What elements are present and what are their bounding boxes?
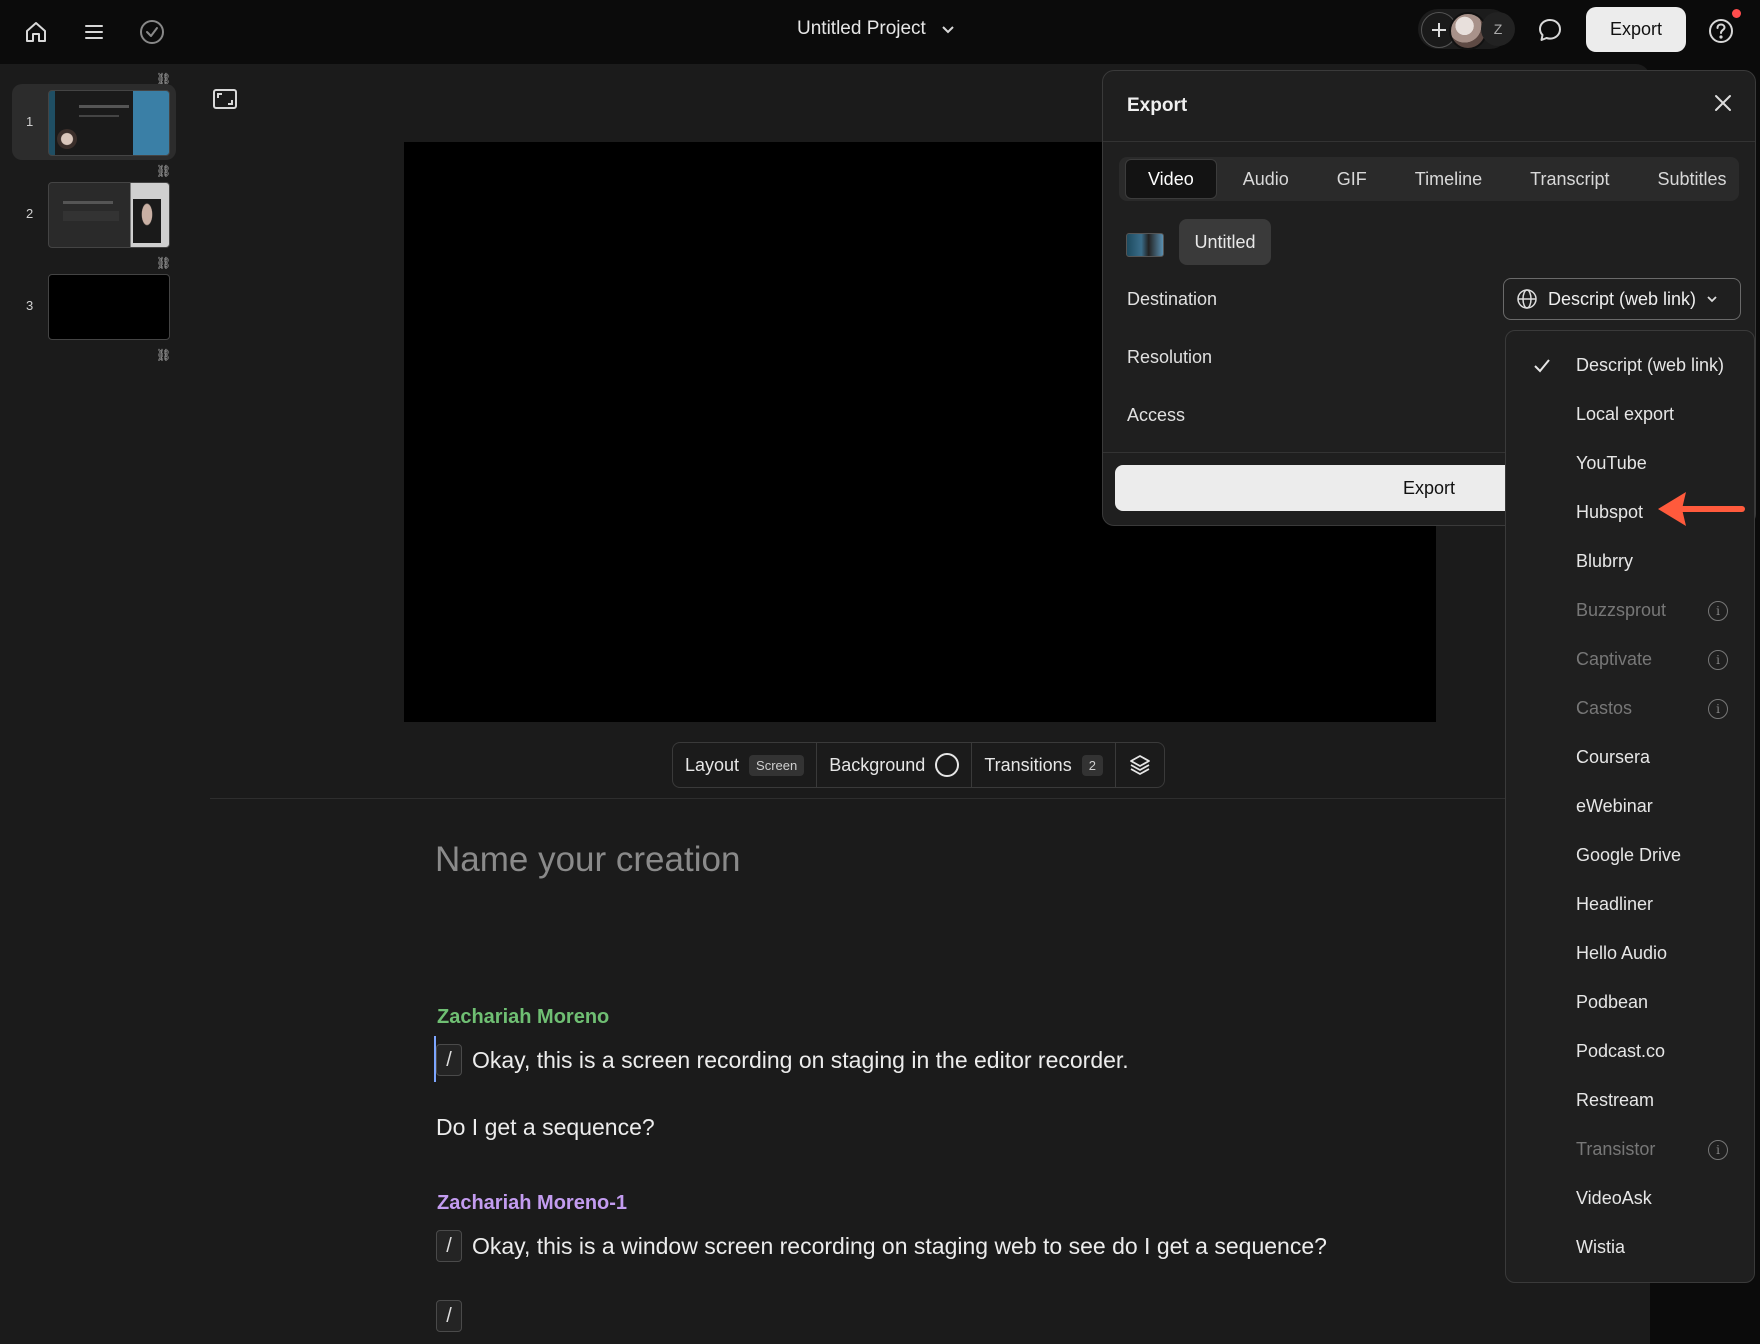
slide-preview (48, 274, 170, 340)
tab-subtitles[interactable]: Subtitles (1635, 160, 1748, 198)
layout-button[interactable]: Layout Screen (673, 743, 818, 787)
destination-select[interactable]: Descript (web link) (1503, 278, 1741, 320)
project-title: Untitled Project (797, 18, 926, 39)
export-type-tabs: Video Audio GIF Timeline Transcript Subt… (1119, 157, 1739, 201)
plus-icon (1432, 23, 1446, 37)
project-title-dropdown[interactable]: Untitled Project (797, 18, 956, 40)
divider (210, 798, 1650, 799)
transitions-count: 2 (1081, 754, 1103, 776)
slide-number: 2 (26, 206, 34, 221)
menu-item-castos[interactable]: Castos i (1506, 684, 1754, 733)
check-circle-icon[interactable] (136, 16, 168, 48)
layout-label: Layout (685, 754, 740, 775)
scene-marker[interactable]: / (436, 1044, 462, 1076)
speaker-label[interactable]: Zachariah Moreno (437, 1006, 609, 1029)
menu-item-podcast-co[interactable]: Podcast.co (1506, 1027, 1754, 1076)
menu-item-descript[interactable]: Descript (web link) (1506, 341, 1754, 390)
destination-label: Destination (1127, 289, 1218, 309)
fit-screen-icon[interactable] (212, 88, 238, 115)
tab-transcript[interactable]: Transcript (1508, 160, 1631, 198)
menu-icon[interactable] (78, 16, 110, 48)
tab-video[interactable]: Video (1125, 159, 1217, 199)
check-icon (1534, 358, 1550, 372)
transcript-text: Do I get a sequence? (436, 1114, 655, 1140)
export-button[interactable]: Export (1586, 7, 1686, 52)
destination-menu: Descript (web link) Local export YouTube… (1505, 330, 1755, 1283)
menu-item-blubrry[interactable]: Blubrry (1506, 537, 1754, 586)
slide-preview (48, 90, 170, 156)
menu-item-youtube[interactable]: YouTube (1506, 439, 1754, 488)
slide-thumbnail-1[interactable]: 1 (12, 84, 176, 160)
top-bar: Untitled Project Z Export (0, 0, 1760, 62)
link-icon[interactable]: ⛓ (156, 348, 171, 362)
divider (1103, 141, 1755, 142)
notification-dot (1732, 9, 1741, 18)
help-icon[interactable] (1704, 14, 1738, 48)
transcript-paragraph[interactable]: / (436, 1300, 462, 1332)
transitions-button[interactable]: Transitions 2 (972, 743, 1116, 787)
globe-icon (1517, 289, 1537, 309)
annotation-arrow-icon (1658, 492, 1745, 526)
info-icon[interactable]: i (1708, 600, 1728, 621)
menu-item-captivate[interactable]: Captivate i (1506, 635, 1754, 684)
tab-audio[interactable]: Audio (1221, 160, 1311, 198)
menu-item-videoask[interactable]: VideoAsk (1506, 1174, 1754, 1223)
info-icon[interactable]: i (1708, 1139, 1728, 1160)
background-color-swatch (935, 753, 960, 777)
layout-value: Screen (749, 754, 805, 776)
background-label: Background (829, 754, 926, 775)
transcript-text: Okay, this is a window screen recording … (472, 1232, 1327, 1259)
menu-item-hello-audio[interactable]: Hello Audio (1506, 929, 1754, 978)
close-icon[interactable] (1713, 93, 1733, 118)
menu-item-buzzsprout[interactable]: Buzzsprout i (1506, 586, 1754, 635)
menu-item-local-export[interactable]: Local export (1506, 390, 1754, 439)
access-label: Access (1127, 405, 1186, 425)
file-name-input[interactable]: Untitled (1179, 219, 1271, 265)
layers-button[interactable] (1116, 743, 1164, 787)
menu-item-ewebinar[interactable]: eWebinar (1506, 782, 1754, 831)
menu-item-headliner[interactable]: Headliner (1506, 880, 1754, 929)
transcript-text: Okay, this is a screen recording on stag… (472, 1046, 1129, 1073)
layers-icon (1130, 755, 1150, 775)
home-icon[interactable] (20, 16, 52, 48)
slide-thumbnail-3[interactable]: 3 (12, 268, 176, 344)
transitions-label: Transitions (984, 754, 1072, 775)
slide-number: 1 (26, 114, 34, 129)
tab-timeline[interactable]: Timeline (1393, 160, 1504, 198)
background-button[interactable]: Background (817, 743, 973, 787)
menu-item-transistor[interactable]: Transistor i (1506, 1125, 1754, 1174)
panel-title: Export (1127, 95, 1188, 116)
transcript-paragraph[interactable]: / Okay, this is a window screen recordin… (436, 1230, 1327, 1262)
slide-preview (48, 182, 170, 248)
comment-icon[interactable] (1534, 14, 1566, 46)
menu-item-wistia[interactable]: Wistia (1506, 1223, 1754, 1272)
scene-marker[interactable]: / (436, 1300, 462, 1332)
avatar-initial[interactable]: Z (1481, 12, 1515, 46)
transcript-paragraph[interactable]: Do I get a sequence? (436, 1114, 655, 1141)
slide-number: 3 (26, 298, 34, 313)
menu-item-podbean[interactable]: Podbean (1506, 978, 1754, 1027)
info-icon[interactable]: i (1708, 649, 1728, 670)
destination-value: Descript (web link) (1548, 288, 1697, 309)
file-thumbnail (1126, 233, 1164, 257)
scene-marker[interactable]: / (436, 1230, 462, 1262)
menu-item-restream[interactable]: Restream (1506, 1076, 1754, 1125)
menu-item-google-drive[interactable]: Google Drive (1506, 831, 1754, 880)
transcript-paragraph[interactable]: / Okay, this is a screen recording on st… (436, 1044, 1129, 1076)
chevron-down-icon (1707, 296, 1717, 303)
info-icon[interactable]: i (1708, 698, 1728, 719)
tab-gif[interactable]: GIF (1315, 160, 1389, 198)
menu-item-coursera[interactable]: Coursera (1506, 733, 1754, 782)
speaker-label[interactable]: Zachariah Moreno-1 (437, 1192, 627, 1215)
resolution-label: Resolution (1127, 347, 1213, 367)
chevron-down-icon (942, 26, 954, 34)
slide-thumbnail-2[interactable]: 2 (12, 176, 176, 252)
canvas-controls: Layout Screen Background Transitions 2 (672, 742, 1165, 788)
script-title-input[interactable]: Name your creation (435, 840, 740, 880)
